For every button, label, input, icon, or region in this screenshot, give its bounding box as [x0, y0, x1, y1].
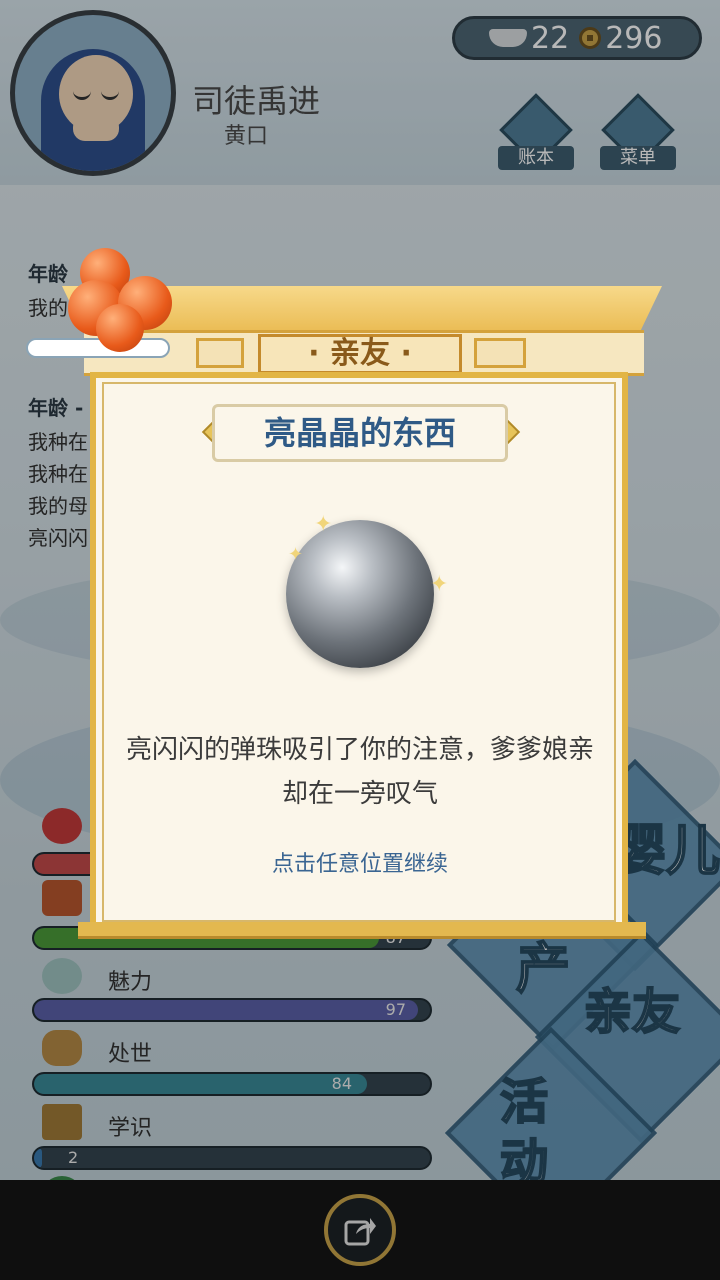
cloud-decoration: [26, 338, 170, 358]
marble-image: [286, 520, 434, 668]
modal-message: 亮闪闪的弹珠吸引了你的注意，爹爹娘亲却在一旁叹气: [125, 735, 594, 809]
decor-box: [474, 338, 526, 368]
sparkle-icon: ✦: [288, 544, 304, 565]
sparkle-icon: ✦: [430, 572, 449, 597]
sparkle-icon: ✦: [314, 512, 333, 537]
fruit-icon: [96, 304, 144, 352]
decor-box: [196, 338, 244, 368]
continue-hint[interactable]: 点击任意位置继续: [122, 846, 598, 878]
modal-base: [78, 922, 646, 939]
modal-title: 亮晶晶的东西: [212, 404, 508, 462]
modal-tab-title: · 亲友 ·: [258, 334, 462, 374]
